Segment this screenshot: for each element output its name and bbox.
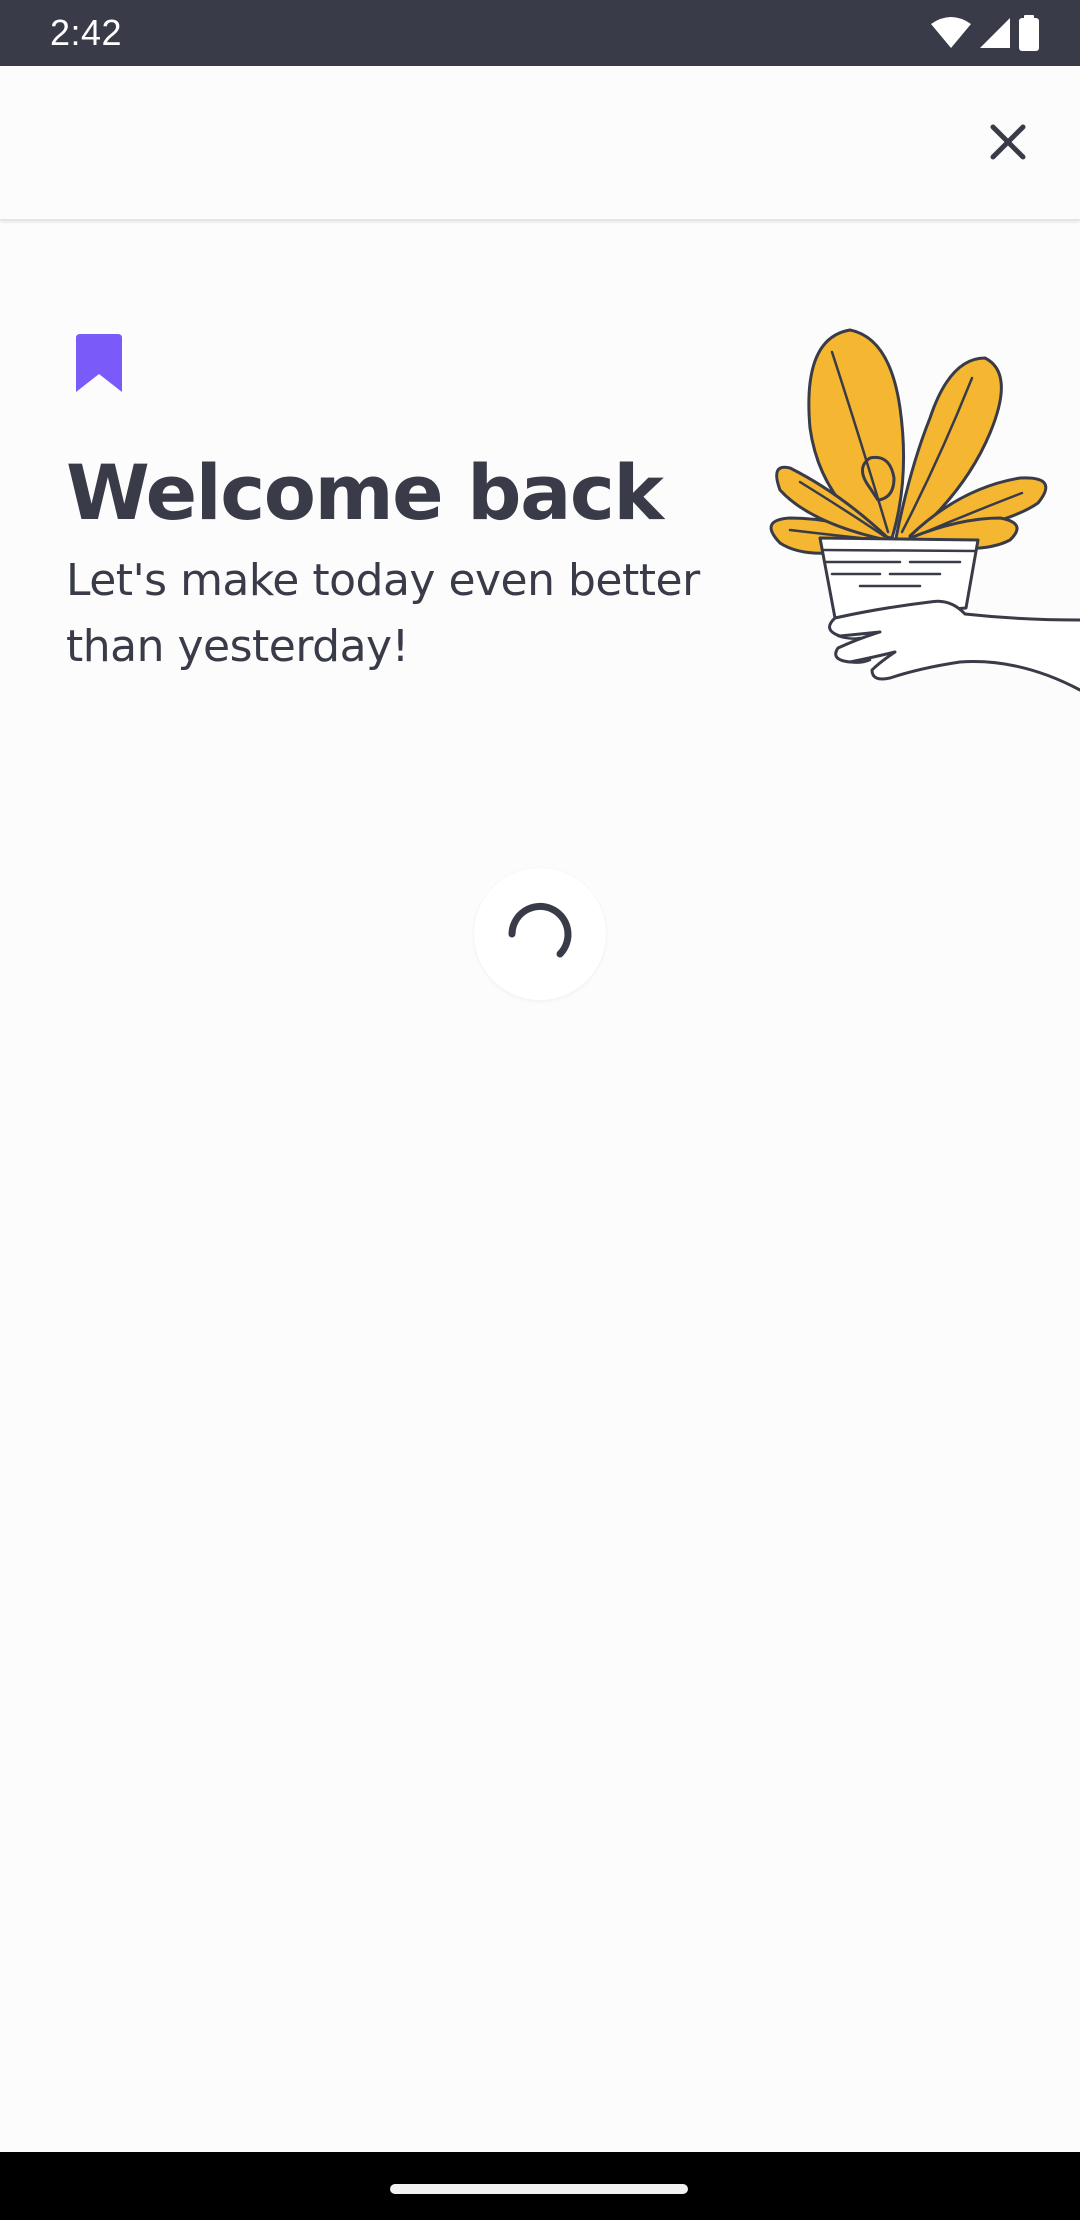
close-icon <box>990 124 1026 160</box>
status-time: 2:42 <box>50 12 123 53</box>
status-icons <box>930 14 1040 52</box>
home-indicator[interactable] <box>390 2184 688 2194</box>
bookmark-icon <box>76 334 122 392</box>
welcome-subtitle: Let's make today even better than yester… <box>66 555 700 672</box>
welcome-title: Welcome back <box>66 448 664 537</box>
spinner-arc-icon <box>508 902 572 958</box>
wifi-icon <box>931 17 971 48</box>
system-navigation-bar <box>0 2152 1080 2220</box>
loading-spinner <box>474 868 606 1000</box>
close-button[interactable] <box>976 110 1040 174</box>
status-bar: 2:42 <box>0 0 1080 66</box>
potted-plant-illustration <box>769 328 1080 692</box>
cellular-signal-icon <box>980 18 1010 48</box>
top-app-bar <box>0 66 1080 220</box>
battery-icon <box>1019 15 1039 51</box>
